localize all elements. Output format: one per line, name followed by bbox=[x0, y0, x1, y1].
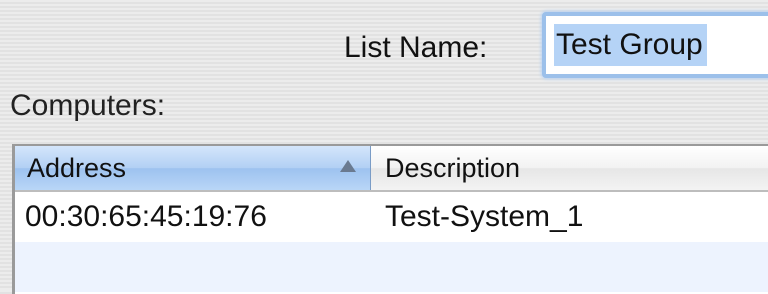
table-row[interactable]: 00:30:65:45:19:76 Test-System_1 bbox=[15, 192, 768, 242]
column-header-description[interactable]: Description bbox=[371, 146, 768, 190]
column-header-address[interactable]: Address bbox=[15, 146, 371, 190]
list-name-field[interactable]: Test Group bbox=[542, 12, 768, 78]
computers-label: Computers: bbox=[10, 89, 166, 122]
description-cell: Test-System_1 bbox=[385, 200, 584, 233]
sort-ascending-icon bbox=[340, 160, 356, 172]
empty-table-row bbox=[15, 242, 768, 292]
column-header-label: Description bbox=[385, 152, 521, 183]
table-header: Address Description bbox=[15, 146, 768, 192]
list-name-label: List Name: bbox=[344, 31, 488, 64]
computers-table[interactable]: Address Description 00:30:65:45:19:76 Te… bbox=[12, 144, 768, 294]
list-name-value[interactable]: Test Group bbox=[554, 24, 707, 66]
column-header-label: Address bbox=[27, 152, 127, 183]
address-cell: 00:30:65:45:19:76 bbox=[25, 200, 267, 233]
